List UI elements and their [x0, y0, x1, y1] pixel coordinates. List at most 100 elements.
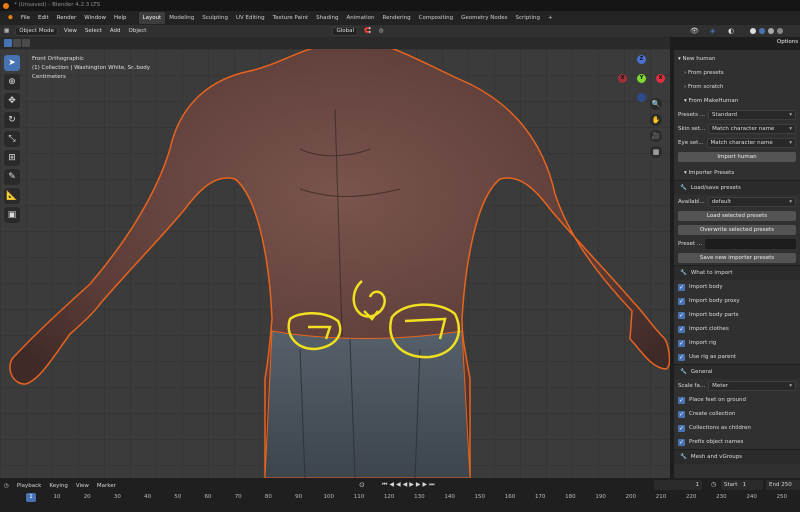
wireframe-shading-icon[interactable]: [777, 28, 783, 34]
gizmo-toggle-icon[interactable]: ◈: [710, 27, 715, 35]
from-makehuman-item[interactable]: ▾ From MakeHuman: [674, 94, 800, 108]
prev-key-icon[interactable]: ◀◀: [389, 481, 402, 488]
scale-icon[interactable]: ⤡: [4, 131, 20, 147]
overwrite-selected-button[interactable]: Overwrite selected presets: [678, 225, 796, 235]
rendered-shading-icon[interactable]: [768, 28, 774, 34]
orientation-select[interactable]: Global: [332, 26, 359, 36]
grid-icon[interactable]: ▦: [650, 146, 662, 158]
next-key-icon[interactable]: ▶▶: [416, 481, 429, 488]
timeline-view-menu[interactable]: View: [72, 483, 93, 489]
gizmo-neg-x-axis[interactable]: X: [618, 74, 627, 83]
add-cube-icon[interactable]: ▣: [4, 207, 20, 223]
menu-help[interactable]: Help: [110, 11, 131, 25]
camera-icon[interactable]: 🎥: [650, 130, 662, 142]
current-frame-field[interactable]: 1: [654, 480, 702, 490]
import-body-parts-checkbox[interactable]: ✓ Import body parts: [674, 308, 800, 322]
menu-object[interactable]: Object: [125, 28, 151, 34]
add-workspace-button[interactable]: +: [544, 12, 557, 24]
editor-type-icon[interactable]: ▦: [0, 28, 13, 34]
import-clothes-checkbox[interactable]: ✓ Import clothes: [674, 322, 800, 336]
options-button[interactable]: Options: [775, 37, 800, 48]
gizmo-y-axis[interactable]: Y: [637, 74, 646, 83]
mode-select[interactable]: Object Mode: [15, 26, 58, 36]
collections-as-children-checkbox[interactable]: ✓ Collections as children: [674, 421, 800, 435]
tab-texture-paint[interactable]: Texture Paint: [269, 12, 313, 24]
zoom-icon[interactable]: 🔍: [650, 98, 662, 110]
marker-menu[interactable]: Marker: [93, 483, 120, 489]
load-selected-button[interactable]: Load selected presets: [678, 211, 796, 221]
skin-dropdown[interactable]: Match character name: [708, 124, 796, 134]
use-rig-as-parent-checkbox[interactable]: ✓ Use rig as parent: [674, 350, 800, 364]
navigation-gizmo[interactable]: Z X Y X: [618, 55, 666, 103]
end-frame-field[interactable]: End 250: [766, 480, 800, 490]
menu-file[interactable]: File: [17, 11, 34, 25]
pan-hand-icon[interactable]: ✋: [650, 114, 662, 126]
start-frame-field[interactable]: Start 1: [721, 480, 763, 490]
tab-scripting[interactable]: Scripting: [512, 12, 544, 24]
gizmo-neg-z-axis[interactable]: [637, 93, 646, 102]
tab-layout[interactable]: Layout: [138, 12, 166, 24]
clock-icon[interactable]: ◷: [711, 481, 716, 488]
jeans-mesh[interactable]: [264, 330, 471, 478]
tab-compositing[interactable]: Compositing: [415, 12, 457, 24]
presets-dropdown[interactable]: Standard: [708, 110, 796, 120]
tab-sculpting[interactable]: Sculpting: [198, 12, 232, 24]
timeline-editor-icon[interactable]: ◷: [0, 483, 13, 489]
annotate-icon[interactable]: ✎: [4, 169, 20, 185]
menu-view[interactable]: View: [60, 28, 81, 34]
tab-geometry-nodes[interactable]: Geometry Nodes: [457, 12, 511, 24]
tab-uv-editing[interactable]: UV Editing: [232, 12, 269, 24]
save-new-presets-button[interactable]: Save new importer presets: [678, 253, 796, 263]
proportional-edit-icon[interactable]: ◎: [375, 28, 388, 34]
menu-blender-icon[interactable]: ⬣: [4, 11, 17, 25]
solid-shading-icon[interactable]: [750, 28, 756, 34]
load-save-section[interactable]: 🔧 Load/save presets: [674, 180, 800, 195]
available-dropdown[interactable]: default: [707, 197, 796, 207]
select-box-mode-icon[interactable]: [4, 39, 12, 47]
preset-name-input[interactable]: [705, 239, 796, 249]
import-rig-checkbox[interactable]: ✓ Import rig: [674, 336, 800, 350]
menu-render[interactable]: Render: [53, 11, 81, 25]
select-extend-icon[interactable]: [13, 39, 21, 47]
3d-viewport[interactable]: [0, 49, 670, 478]
tab-animation[interactable]: Animation: [342, 12, 378, 24]
place-feet-checkbox[interactable]: ✓ Place feet on ground: [674, 393, 800, 407]
snap-icon[interactable]: 🧲: [360, 28, 375, 34]
play-icon[interactable]: ▶: [409, 481, 416, 488]
mesh-vgroups-section[interactable]: 🔧 Mesh and vGroups: [674, 449, 800, 464]
menu-window[interactable]: Window: [80, 11, 110, 25]
move-icon[interactable]: ✥: [4, 93, 20, 109]
general-section[interactable]: 🔧 General: [674, 364, 800, 379]
select-subtract-icon[interactable]: [22, 39, 30, 47]
select-cursor-icon[interactable]: ➤: [4, 55, 20, 71]
scale-dropdown[interactable]: Meter: [708, 381, 796, 391]
jump-end-icon[interactable]: ⏭: [429, 481, 436, 488]
what-to-import-section[interactable]: 🔧 What to import: [674, 265, 800, 280]
menu-select[interactable]: Select: [81, 28, 106, 34]
tab-modeling[interactable]: Modeling: [165, 12, 198, 24]
tab-rendering[interactable]: Rendering: [379, 12, 415, 24]
human-model[interactable]: [0, 49, 670, 478]
gizmo-z-axis[interactable]: Z: [637, 55, 646, 64]
import-body-proxy-checkbox[interactable]: ✓ Import body proxy: [674, 294, 800, 308]
rotate-icon[interactable]: ↻: [4, 112, 20, 128]
visibility-icon[interactable]: 👁: [690, 27, 699, 35]
create-collection-checkbox[interactable]: ✓ Create collection: [674, 407, 800, 421]
import-human-button[interactable]: Import human: [678, 152, 796, 162]
cursor-3d-icon[interactable]: ⊕: [4, 74, 20, 90]
from-presets-item[interactable]: › From presets: [674, 66, 800, 80]
eye-dropdown[interactable]: Match character name: [706, 138, 796, 148]
overlay-icon[interactable]: ◐: [728, 27, 734, 35]
transform-icon[interactable]: ⊞: [4, 150, 20, 166]
measure-icon[interactable]: 📐: [4, 188, 20, 204]
keying-menu[interactable]: Keying: [45, 483, 71, 489]
prefix-object-names-checkbox[interactable]: ✓ Prefix object names: [674, 435, 800, 449]
record-icon[interactable]: ⊙: [359, 481, 365, 489]
importer-presets-header[interactable]: ▾ Importer Presets: [674, 166, 800, 180]
gizmo-x-axis[interactable]: X: [656, 74, 665, 83]
new-human-header[interactable]: ▾ New human: [674, 52, 800, 66]
menu-edit[interactable]: Edit: [34, 11, 53, 25]
tab-shading[interactable]: Shading: [312, 12, 342, 24]
from-scratch-item[interactable]: › From scratch: [674, 80, 800, 94]
menu-add[interactable]: Add: [106, 28, 125, 34]
